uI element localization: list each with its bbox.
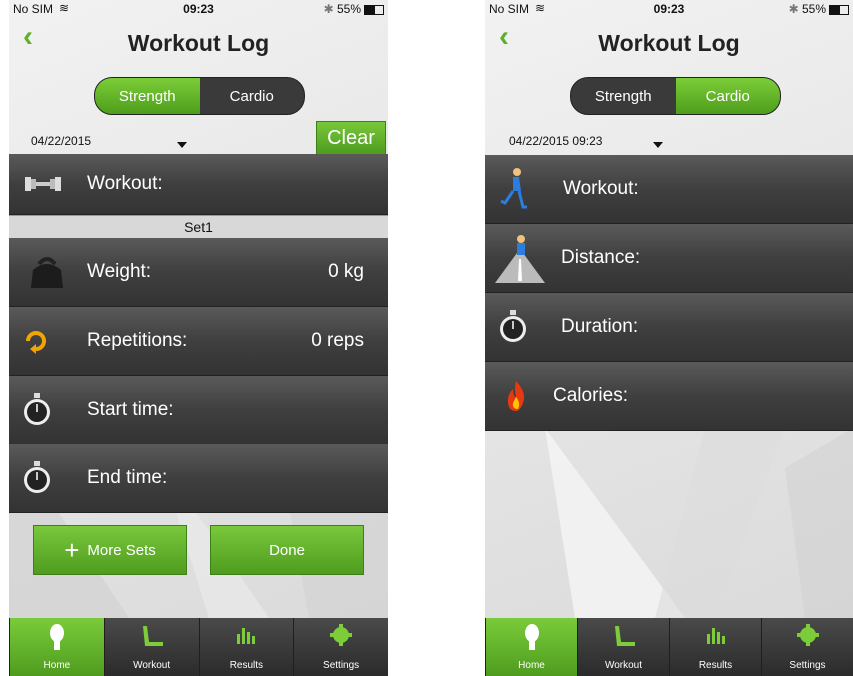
segment-strength[interactable]: Strength (571, 78, 676, 114)
tab-results[interactable]: Results (198, 618, 294, 676)
kettlebell-icon (31, 257, 63, 288)
calories-row[interactable]: Calories: (485, 362, 853, 431)
distance-row[interactable]: Distance: (485, 224, 853, 293)
weight-row[interactable]: Weight: 0 kg (9, 238, 388, 307)
tab-settings[interactable]: Settings (293, 618, 388, 676)
bar-chart-icon (237, 628, 256, 644)
distance-label: Distance: (561, 247, 641, 268)
bluetooth-icon: ✱ (788, 2, 799, 16)
start-time-label: Start time: (87, 399, 174, 420)
stopwatch-icon (24, 393, 50, 425)
tab-home-label: Home (43, 660, 71, 671)
status-bar: No SIM ≋ 09:23 ✱ 55% (485, 0, 853, 20)
workout-type-segmented-control[interactable]: Strength Cardio (570, 77, 781, 115)
segment-strength[interactable]: Strength (95, 78, 200, 114)
tab-workout-label: Workout (133, 660, 171, 671)
person-icon (524, 624, 539, 650)
tab-settings-label: Settings (323, 660, 360, 671)
tab-bar: Home Workout Results Settings (9, 618, 388, 676)
clear-button[interactable]: Clear (316, 121, 386, 156)
battery-indicator: ✱ 55% (324, 2, 384, 16)
repetitions-row[interactable]: Repetitions: 0 reps (9, 307, 388, 376)
start-time-row[interactable]: Start time: (9, 376, 388, 445)
repetitions-label: Repetitions: (87, 330, 188, 351)
chevron-down-icon[interactable] (177, 142, 187, 148)
plus-icon: + (64, 535, 80, 565)
chevron-down-icon[interactable] (653, 142, 663, 148)
battery-indicator: ✱ 55% (789, 2, 849, 16)
segment-cardio[interactable]: Cardio (200, 78, 305, 114)
page-title: Workout Log (598, 30, 740, 56)
battery-percent: 55% (336, 2, 361, 16)
bar-chart-icon (706, 628, 725, 644)
workout-type-segmented-control[interactable]: Strength Cardio (94, 77, 305, 115)
done-button[interactable]: Done (210, 525, 364, 575)
stopwatch-icon (24, 461, 50, 493)
battery-icon (364, 4, 384, 15)
cardio-workout-row[interactable]: Workout: (485, 155, 853, 224)
strength-screen: No SIM ≋ 09:23 ✱ 55% ‹ Workout Log Streng… (9, 0, 388, 676)
status-bar: No SIM ≋ 09:23 ✱ 55% (9, 0, 388, 20)
more-sets-label: More Sets (87, 541, 156, 559)
more-sets-button[interactable]: + More Sets (33, 525, 187, 575)
calories-label: Calories: (553, 385, 628, 406)
dumbbell-icon (25, 177, 61, 191)
road-runner-icon (495, 235, 545, 283)
workout-label: Workout: (87, 173, 163, 194)
background-decoration (545, 428, 853, 618)
tab-settings-label: Settings (789, 660, 826, 671)
tab-workout-label: Workout (604, 660, 643, 671)
battery-percent: 55% (801, 2, 826, 16)
date-selector[interactable]: 04/22/2015 09:23 (509, 134, 602, 148)
gear-icon (330, 624, 353, 646)
tab-home-label: Home (518, 660, 545, 671)
tab-settings[interactable]: Settings (761, 618, 853, 676)
treadmill-icon (614, 626, 635, 646)
segment-cardio[interactable]: Cardio (675, 78, 780, 114)
tab-results-label: Results (229, 660, 264, 671)
treadmill-icon (142, 626, 163, 646)
cardio-screen: No SIM ≋ 09:23 ✱ 55% ‹ Workout Log Streng… (485, 0, 853, 676)
page-title: Workout Log (127, 30, 270, 56)
runner-icon (500, 168, 527, 209)
person-icon (49, 624, 64, 650)
tab-results-label: Results (698, 660, 733, 671)
date-selector[interactable]: 04/22/2015 (31, 134, 91, 148)
flame-icon (507, 381, 525, 411)
battery-icon (829, 4, 849, 15)
gear-icon (796, 624, 819, 646)
weight-label: Weight: (87, 261, 152, 282)
tab-bar: Home Workout Results Settings (485, 618, 853, 676)
weight-value[interactable]: 0 kg (328, 238, 364, 306)
workout-label: Workout: (563, 178, 639, 199)
duration-label: Duration: (561, 316, 639, 337)
repetitions-value[interactable]: 0 reps (311, 307, 364, 375)
workout-row[interactable]: Workout: (9, 154, 388, 215)
set-header: Set1 (9, 215, 388, 239)
end-time-row[interactable]: End time: (9, 444, 388, 513)
stopwatch-icon (500, 310, 526, 342)
tab-home[interactable]: Home (9, 618, 104, 676)
tab-workout[interactable]: Workout (103, 618, 199, 676)
tab-results[interactable]: Results (669, 618, 761, 676)
duration-row[interactable]: Duration: (485, 293, 853, 362)
tab-workout[interactable]: Workout (577, 618, 669, 676)
bluetooth-icon: ✱ (323, 2, 334, 16)
repeat-icon (26, 331, 46, 354)
end-time-label: End time: (87, 467, 168, 488)
tab-home[interactable]: Home (485, 618, 577, 676)
